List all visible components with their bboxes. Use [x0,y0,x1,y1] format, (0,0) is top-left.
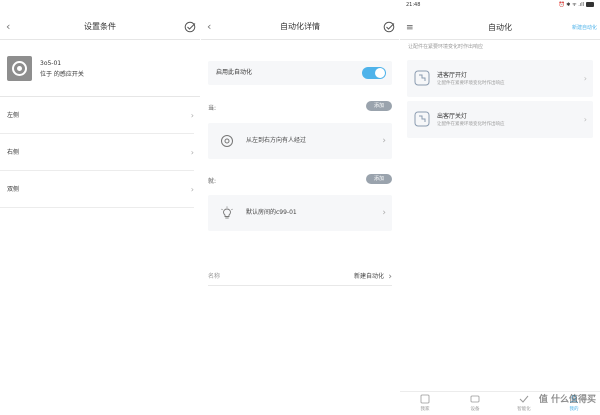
battery-icon [586,2,594,7]
tab-label: 我的 [569,407,579,412]
status-time: 21:48 [406,2,421,8]
automation-name-row[interactable]: 名称 新建自动化 › [208,270,392,286]
automation-list-panel: 21:48 ⏰ ✱ ᯤ .ıll ≡ 自动化 新建自动化 让配件在紧要环境变化时… [400,0,600,415]
divider [0,39,200,40]
watermark: 值 什么值得买 [538,395,596,405]
chevron-right-icon: › [382,136,386,146]
confirm-check-icon[interactable] [184,21,196,33]
then-label: 就: [208,178,217,185]
tab-home[interactable]: 我家 [405,394,445,412]
side-option-label: 双侧 [7,186,20,193]
action-card[interactable]: 默认房间的c99-01 › [208,195,392,231]
automation-desc: 让配件在紧要环境变化时作出响应 [437,81,505,86]
automation-icon [414,70,430,86]
automation-detail-panel: ‹ 自动化详情 启用此自动化 当: 添加 从左到右方向有人经过 › 就: 添加 … [201,0,399,415]
side-option-label: 右侧 [7,149,20,156]
status-icons: ⏰ ✱ ᯤ .ıll [558,2,594,8]
chevron-right-icon: › [388,272,392,282]
tab-label: 智能化 [517,407,531,412]
chevron-right-icon: › [190,111,194,120]
chevron-right-icon: › [382,208,386,218]
chevron-right-icon: › [190,185,194,194]
motion-sensor-icon [221,135,233,147]
automation-name: 出客厅关灯 [437,113,468,120]
when-label: 当: [208,105,217,112]
condition-card[interactable]: 从左到右方向有人经过 › [208,123,392,159]
chevron-right-icon: › [190,148,194,157]
page-title: 自动化详情 [280,22,320,31]
enable-automation-toggle[interactable] [362,67,386,79]
side-option-label: 左侧 [7,112,20,119]
side-option-both[interactable]: 双侧 › [0,171,194,208]
home-icon [420,394,430,404]
automation-tab-icon [519,395,529,403]
divider [201,39,399,40]
divider [400,39,600,40]
automation-card[interactable]: 出客厅关灯 让配件在紧要环境变化时作出响应 › [407,101,593,138]
header: ≡ 自动化 新建自动化 [400,17,600,39]
side-option-right[interactable]: 右侧 › [0,134,194,171]
name-label: 名称 [208,273,221,280]
enable-automation-row: 启用此自动化 [208,61,392,85]
confirm-check-icon[interactable] [383,21,395,33]
titlebar: ‹ 自动化详情 [201,17,399,37]
hint-text: 让配件在紧要环境变化时作出响应 [408,44,484,50]
add-action-button[interactable]: 添加 [366,174,392,184]
automation-desc: 让配件在紧要环境变化时作出响应 [437,122,505,127]
motion-sensor-icon [7,56,32,81]
tab-devices[interactable]: 设备 [455,394,495,412]
condition-text: 从左到右方向有人经过 [246,137,307,144]
device-card: 3o5-01 位于 的感应开关 [0,45,200,95]
side-option-left[interactable]: 左侧 › [0,97,194,134]
automation-card[interactable]: 进客厅开灯 让配件在紧要环境变化时作出响应 › [407,60,593,97]
name-value: 新建自动化 [353,273,384,280]
devices-icon [470,395,480,403]
tab-label: 设备 [470,407,480,412]
add-condition-button[interactable]: 添加 [366,101,392,111]
new-automation-button[interactable]: 新建自动化 [572,17,597,39]
set-condition-panel: ‹ 设置条件 3o5-01 位于 的感应开关 左侧 › 右侧 › 双侧 › [0,0,200,415]
action-text: 默认房间的c99-01 [246,209,297,216]
page-title: 设置条件 [84,22,116,31]
tab-label: 我家 [420,407,430,412]
device-name: 3o5-01 [40,60,62,67]
enable-automation-label: 启用此自动化 [216,69,253,76]
page-title: 自动化 [488,23,512,32]
chevron-right-icon: › [583,74,587,83]
automation-name: 进客厅开灯 [437,72,468,79]
status-bar: 21:48 ⏰ ✱ ᯤ .ıll [400,0,600,13]
automation-icon [414,111,430,127]
titlebar: ‹ 设置条件 [0,17,200,37]
light-bulb-icon [221,206,233,219]
device-location: 位于 的感应开关 [40,71,84,78]
chevron-right-icon: › [583,115,587,124]
